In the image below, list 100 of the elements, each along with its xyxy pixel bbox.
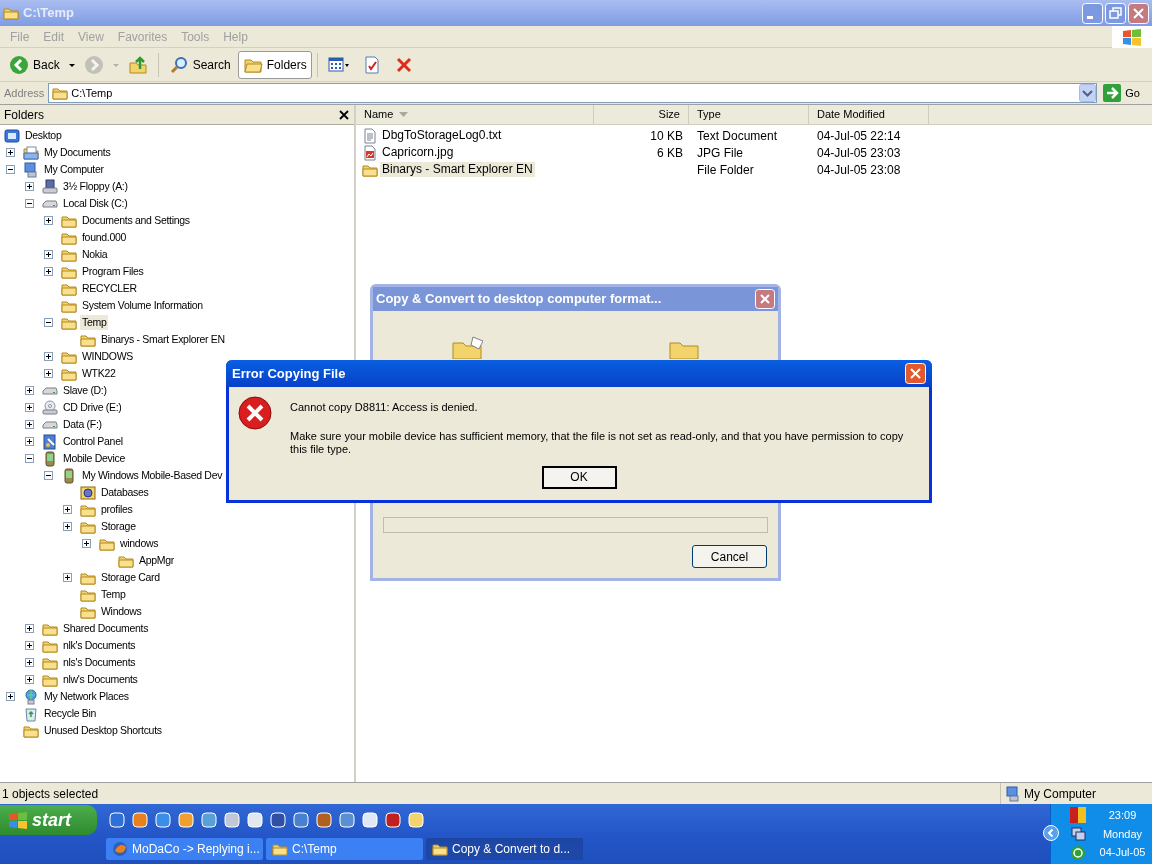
tree-item[interactable]: WINDOWS (80, 349, 135, 364)
expand-icon[interactable] (82, 539, 91, 548)
back-button[interactable]: Back (4, 50, 65, 79)
minimize-icon[interactable] (1082, 2, 1103, 24)
expand-icon[interactable] (44, 369, 53, 378)
tree-item[interactable]: My Documents (42, 145, 113, 160)
tree-item[interactable]: Storage (99, 519, 138, 534)
column-header[interactable]: Date Modified (809, 105, 929, 124)
ok-button[interactable]: OK (541, 465, 617, 489)
quick-launch-icon[interactable] (224, 812, 240, 828)
tree-item[interactable]: AppMgr (137, 553, 176, 568)
expand-icon[interactable] (25, 420, 34, 429)
expand-icon[interactable] (25, 624, 34, 633)
tree-item[interactable]: Recycle Bin (42, 706, 99, 721)
collapse-icon[interactable] (25, 199, 34, 208)
quick-launch-icon[interactable] (270, 812, 286, 828)
tree-item[interactable]: Data (F:) (61, 417, 104, 432)
tree-item[interactable]: WTK22 (80, 366, 118, 381)
tree-item[interactable]: System Volume Information (80, 298, 205, 313)
quick-launch-icon[interactable] (293, 812, 309, 828)
expand-icon[interactable] (25, 437, 34, 446)
expand-icon[interactable] (63, 505, 72, 514)
file-name[interactable]: Binarys - Smart Explorer EN (380, 162, 535, 177)
go-button[interactable]: Go (1101, 84, 1148, 102)
tree-item[interactable]: My Windows Mobile-Based Dev (80, 468, 225, 483)
collapse-icon[interactable] (44, 318, 53, 327)
quick-launch-icon[interactable] (339, 812, 355, 828)
tree-item[interactable]: found.000 (80, 230, 128, 245)
quick-launch-icon[interactable] (178, 812, 194, 828)
tree-item[interactable]: My Network Places (42, 689, 131, 704)
expand-icon[interactable] (25, 641, 34, 650)
expand-icon[interactable] (44, 250, 53, 259)
collapse-icon[interactable] (25, 454, 34, 463)
tree-item[interactable]: Program Files (80, 264, 146, 279)
file-name[interactable]: Capricorn.jpg (380, 145, 456, 160)
tree-item[interactable]: Nokia (80, 247, 110, 262)
tree-item[interactable]: Shared Documents (61, 621, 151, 636)
tree-item[interactable]: Windows (99, 604, 144, 619)
expand-icon[interactable] (6, 692, 15, 701)
expand-icon[interactable] (25, 403, 34, 412)
tree-item[interactable]: windows (118, 536, 161, 551)
show-hidden-icons-icon[interactable] (1043, 825, 1059, 841)
quick-launch-icon[interactable] (109, 812, 125, 828)
expand-icon[interactable] (25, 658, 34, 667)
expand-icon[interactable] (25, 675, 34, 684)
quick-launch-icon[interactable] (362, 812, 378, 828)
expand-icon[interactable] (25, 182, 34, 191)
tree-item[interactable]: nlk's Documents (61, 638, 138, 653)
expand-icon[interactable] (6, 148, 15, 157)
tree-item[interactable]: RECYCLER (80, 281, 139, 296)
quick-launch-icon[interactable] (247, 812, 263, 828)
tree-item[interactable]: 3½ Floppy (A:) (61, 179, 130, 194)
quick-launch-icon[interactable] (316, 812, 332, 828)
tree-item[interactable]: profiles (99, 502, 135, 517)
tree-item[interactable]: Databases (99, 485, 151, 500)
folders-button[interactable]: Folders (237, 50, 312, 79)
tree-item[interactable]: Desktop (23, 128, 64, 143)
tree-item[interactable]: Temp (80, 315, 109, 330)
tree-item[interactable]: Storage Card (99, 570, 162, 585)
status-text: 1 objects selected (1, 785, 100, 803)
tree-item[interactable]: Unused Desktop Shortcuts (42, 723, 164, 738)
tree-item[interactable]: CD Drive (E:) (61, 400, 124, 415)
quick-launch-icon[interactable] (132, 812, 148, 828)
expand-icon[interactable] (25, 386, 34, 395)
tree-item[interactable]: Temp (99, 587, 128, 602)
tree-item[interactable]: Slave (D:) (61, 383, 109, 398)
search-button[interactable]: Search (163, 50, 236, 79)
file-name[interactable]: DbgToStorageLog0.txt (380, 128, 504, 143)
tree-item[interactable]: nls's Documents (61, 655, 138, 670)
tree-item[interactable]: Control Panel (61, 434, 125, 449)
close-icon[interactable] (338, 108, 350, 121)
cancel-button[interactable]: Cancel (692, 545, 767, 568)
collapse-icon[interactable] (44, 471, 53, 480)
start-button[interactable]: start (0, 805, 97, 835)
quick-launch-icon[interactable] (155, 812, 171, 828)
quick-launch-icon[interactable] (385, 812, 401, 828)
column-header[interactable]: Size (594, 105, 689, 124)
expand-icon[interactable] (44, 267, 53, 276)
expand-icon[interactable] (63, 522, 72, 531)
tree-item[interactable]: My Computer (42, 162, 106, 177)
tree-item[interactable]: Local Disk (C:) (61, 196, 130, 211)
taskbar-button[interactable]: Copy & Convert to d... (426, 838, 583, 860)
taskbar-button[interactable]: MoDaCo -> Replying i... (106, 838, 263, 860)
tree-item[interactable]: Binarys - Smart Explorer EN (99, 332, 227, 347)
views-icon (327, 54, 350, 75)
tree-item[interactable]: Documents and Settings (80, 213, 192, 228)
tree-item[interactable]: Mobile Device (61, 451, 128, 466)
taskbar-button[interactable]: C:\Temp (266, 838, 423, 860)
restore-icon[interactable] (1105, 2, 1126, 24)
expand-icon[interactable] (63, 573, 72, 582)
expand-icon[interactable] (44, 216, 53, 225)
tree-item[interactable]: nlw's Documents (61, 672, 140, 687)
table-cell-text: 6 KB (657, 144, 683, 162)
quick-launch-icon[interactable] (201, 812, 217, 828)
address-field[interactable]: C:\Temp (48, 83, 1098, 103)
column-header[interactable]: Name (356, 105, 594, 124)
column-header[interactable]: Type (689, 105, 809, 124)
quick-launch-icon[interactable] (408, 812, 424, 828)
expand-icon[interactable] (44, 352, 53, 361)
collapse-icon[interactable] (6, 165, 15, 174)
